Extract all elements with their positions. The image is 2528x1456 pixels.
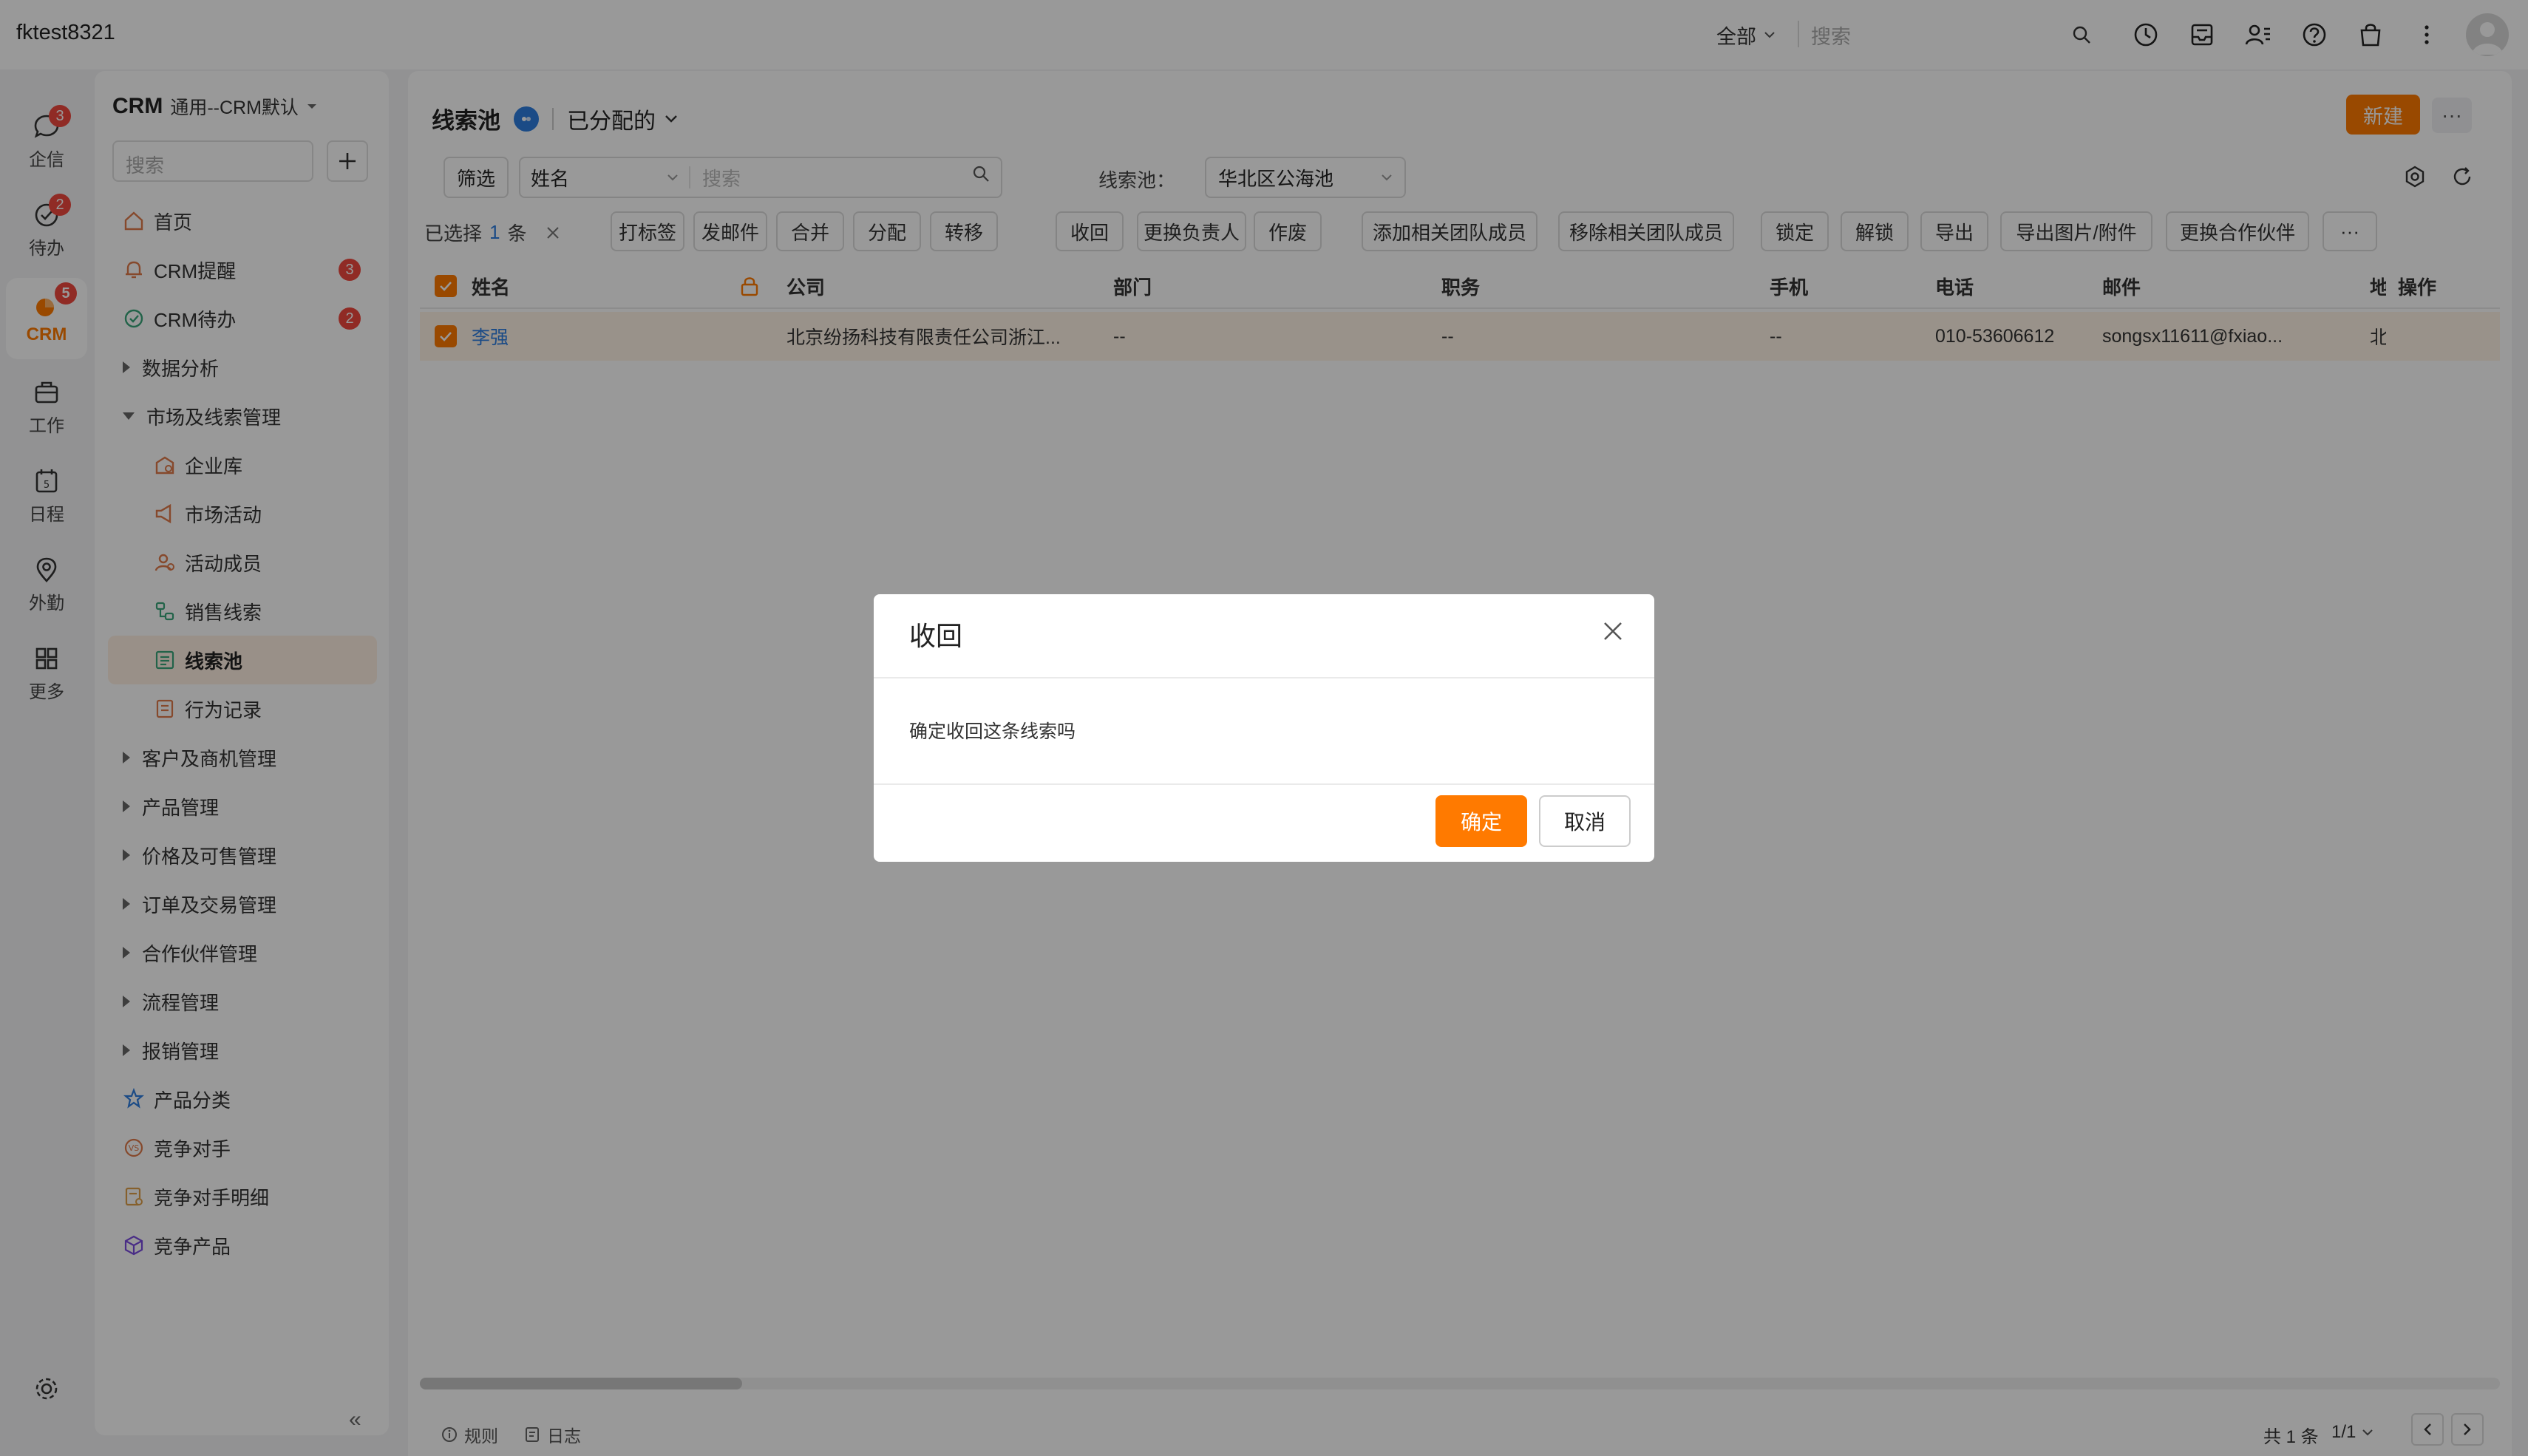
reclaim-dialog: 收回 确定收回这条线索吗 确定 取消 xyxy=(874,594,1654,862)
divider xyxy=(874,677,1654,678)
divider xyxy=(874,783,1654,785)
dialog-message: 确定收回这条线索吗 xyxy=(909,721,1076,742)
cancel-button[interactable]: 取消 xyxy=(1539,795,1631,847)
confirm-button[interactable]: 确定 xyxy=(1435,795,1527,847)
close-icon[interactable] xyxy=(1598,616,1628,646)
dialog-title: 收回 xyxy=(909,621,963,651)
